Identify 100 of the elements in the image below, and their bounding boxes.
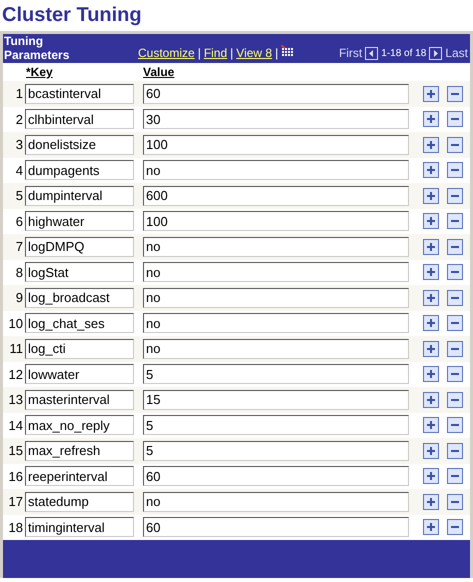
key-field[interactable]: dumpagents <box>25 160 134 180</box>
delete-row-icon[interactable] <box>447 188 463 204</box>
add-row-icon[interactable] <box>423 264 439 280</box>
column-header: *Key <box>26 64 54 81</box>
add-row-icon[interactable] <box>423 238 439 255</box>
row-number: 5 <box>14 187 24 205</box>
row-number: 9 <box>14 289 24 307</box>
value-field[interactable]: 60 <box>143 466 409 486</box>
row-number: 14 <box>8 416 24 434</box>
value-field[interactable]: no <box>143 492 409 512</box>
add-row-icon[interactable] <box>423 494 439 510</box>
delete-row-icon[interactable] <box>447 264 463 280</box>
value-field[interactable]: 600 <box>143 186 409 206</box>
add-row-icon[interactable] <box>423 417 439 434</box>
value-field[interactable]: 60 <box>143 84 409 104</box>
row-number: 1 <box>14 85 24 103</box>
delete-row-icon[interactable] <box>447 238 463 255</box>
next-icon[interactable] <box>429 46 442 60</box>
key-field[interactable]: statedump <box>25 492 134 512</box>
delete-row-icon[interactable] <box>447 213 463 230</box>
value-field[interactable]: 5 <box>143 364 409 384</box>
add-row-icon[interactable] <box>423 86 439 102</box>
key-field[interactable]: lowwater <box>25 364 134 384</box>
grid-icon[interactable] <box>281 44 296 58</box>
row-number: 12 <box>8 366 24 384</box>
row-number: 18 <box>8 518 24 536</box>
value-field[interactable]: 100 <box>143 134 409 155</box>
delete-row-icon[interactable] <box>447 340 463 357</box>
key-field[interactable]: log_chat_ses <box>25 313 134 334</box>
delete-row-icon[interactable] <box>447 162 463 178</box>
row-number: 10 <box>8 314 24 332</box>
key-field[interactable]: donelistsize <box>25 134 134 155</box>
value-field[interactable]: no <box>143 262 409 282</box>
header-link[interactable]: Find <box>204 44 228 62</box>
row-number: 2 <box>14 110 24 128</box>
add-row-icon[interactable] <box>423 162 439 178</box>
delete-row-icon[interactable] <box>447 519 463 536</box>
delete-row-icon[interactable] <box>447 494 463 510</box>
delete-row-icon[interactable] <box>447 111 463 128</box>
key-field[interactable]: bcastinterval <box>25 84 134 104</box>
key-field[interactable]: dumpinterval <box>25 186 134 206</box>
key-field[interactable]: log_broadcast <box>25 288 134 308</box>
value-field[interactable]: 5 <box>143 415 409 436</box>
separator: | <box>230 45 234 62</box>
delete-row-icon[interactable] <box>447 468 463 484</box>
delete-row-icon[interactable] <box>447 136 463 153</box>
delete-row-icon[interactable] <box>447 315 463 332</box>
key-field[interactable]: highwater <box>25 211 134 232</box>
delete-row-icon[interactable] <box>447 86 463 102</box>
first-label[interactable]: First <box>338 44 362 62</box>
page-title: Cluster Tuning <box>1 3 143 28</box>
row-number: 3 <box>14 136 24 154</box>
key-field[interactable]: max_no_reply <box>25 415 134 436</box>
value-field[interactable]: 100 <box>143 211 409 232</box>
add-row-icon[interactable] <box>423 340 439 357</box>
previous-icon[interactable] <box>365 46 378 60</box>
row-number: 8 <box>14 264 24 282</box>
column-header: Value <box>143 64 174 81</box>
value-field[interactable]: no <box>143 160 409 180</box>
key-field[interactable]: reeperinterval <box>25 466 134 486</box>
add-row-icon[interactable] <box>423 468 439 484</box>
row-number: 6 <box>14 212 24 230</box>
header-link[interactable]: Customize <box>138 44 195 62</box>
add-row-icon[interactable] <box>423 213 439 230</box>
delete-row-icon[interactable] <box>447 366 463 382</box>
key-field[interactable]: logStat <box>25 262 134 282</box>
last-label[interactable]: Last <box>445 44 468 62</box>
value-field[interactable]: 30 <box>143 109 409 130</box>
value-field[interactable]: 5 <box>143 440 409 461</box>
value-field[interactable]: no <box>143 288 409 308</box>
value-field[interactable]: no <box>143 236 409 257</box>
add-row-icon[interactable] <box>423 315 439 332</box>
delete-row-icon[interactable] <box>447 417 463 434</box>
add-row-icon[interactable] <box>423 111 439 128</box>
delete-row-icon[interactable] <box>447 442 463 459</box>
row-number: 15 <box>8 442 24 460</box>
add-row-icon[interactable] <box>423 136 439 153</box>
value-field[interactable]: no <box>143 338 409 359</box>
add-row-icon[interactable] <box>423 392 439 408</box>
add-row-icon[interactable] <box>423 442 439 459</box>
value-field[interactable]: 15 <box>143 390 409 410</box>
add-row-icon[interactable] <box>423 188 439 204</box>
row-number: 11 <box>8 340 24 358</box>
delete-row-icon[interactable] <box>447 392 463 408</box>
header-link[interactable]: View 8 <box>236 44 272 62</box>
value-field[interactable]: no <box>143 313 409 334</box>
key-field[interactable]: masterinterval <box>25 390 134 410</box>
delete-row-icon[interactable] <box>447 290 463 306</box>
key-field[interactable]: logDMPQ <box>25 236 134 257</box>
key-field[interactable]: timinginterval <box>25 517 134 538</box>
add-row-icon[interactable] <box>423 366 439 382</box>
add-row-icon[interactable] <box>423 519 439 536</box>
key-field[interactable]: max_refresh <box>25 440 134 461</box>
key-field[interactable]: clhbinterval <box>25 109 134 130</box>
key-field[interactable]: log_cti <box>25 338 134 359</box>
add-row-icon[interactable] <box>423 290 439 306</box>
row-number: 17 <box>8 493 24 511</box>
value-field[interactable]: 60 <box>143 517 409 538</box>
separator: | <box>198 45 201 62</box>
row-number: 16 <box>8 468 24 486</box>
